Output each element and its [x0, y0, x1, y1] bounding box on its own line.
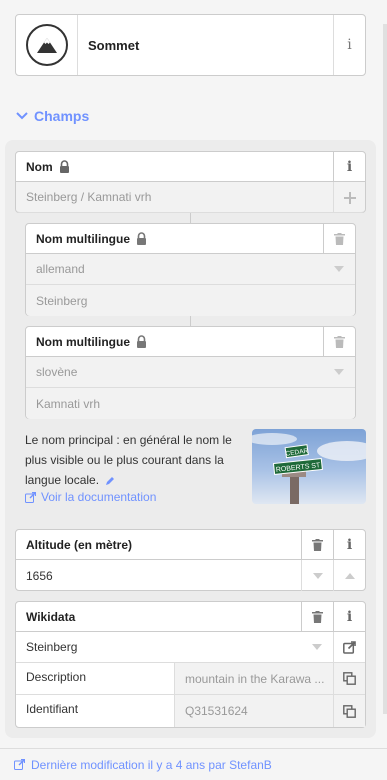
caret-down-icon[interactable]: [323, 254, 355, 284]
multilingual-value-input[interactable]: Steinberg: [26, 285, 355, 316]
external-link-icon: [14, 759, 25, 770]
help-image-street-signs: CEDAR ROBERTS ST: [252, 429, 366, 504]
multilingual-name-field: Nom multilingue allemand Steinberg: [25, 223, 356, 316]
language-value: slovène: [36, 365, 78, 379]
description-key: Description: [16, 663, 175, 694]
wikidata-combo[interactable]: Steinberg: [16, 632, 365, 663]
last-edit-text: Dernière modification il y a 4 ans par S…: [31, 757, 272, 772]
lock-icon: [137, 232, 146, 245]
trash-icon[interactable]: [301, 530, 333, 559]
wikidata-identifier-row: Identifiant Q31531624: [16, 695, 365, 727]
name-input[interactable]: Steinberg / Kamnati vrh: [16, 182, 365, 213]
field-help: Le nom principal : en général le nom le …: [25, 430, 240, 490]
language-select[interactable]: slovène: [26, 357, 355, 388]
documentation-link[interactable]: Voir la documentation: [25, 490, 156, 504]
trash-icon[interactable]: [323, 327, 355, 356]
mountain-peak-icon: [25, 24, 68, 66]
altitude-value: 1656: [26, 568, 53, 583]
multilingual-label-text: Nom multilingue: [36, 231, 130, 246]
language-select[interactable]: allemand: [26, 254, 355, 285]
name-field: Nom i Steinberg / Kamnati vrh: [15, 151, 366, 213]
wikidata-info-button[interactable]: i: [333, 602, 365, 631]
wikidata-label-text: Wikidata: [26, 609, 76, 624]
doc-link-text: Voir la documentation: [41, 490, 157, 504]
altitude-field-label: Altitude (en mètre) i: [16, 530, 365, 560]
multilingual-label: Nom multilingue: [26, 327, 355, 357]
caret-down-icon[interactable]: [301, 632, 333, 662]
name-field-label: Nom i: [16, 152, 365, 182]
identifier-key: Identifiant: [16, 695, 175, 727]
altitude-label-text: Altitude (en mètre): [26, 537, 133, 552]
preset-info-button[interactable]: i: [333, 15, 365, 75]
wikidata-field-label: Wikidata i: [16, 602, 365, 632]
preset-icon-container: [16, 15, 78, 75]
help-text: Le nom principal : en général le nom le …: [25, 433, 232, 487]
altitude-field: Altitude (en mètre) i 1656: [15, 529, 366, 591]
preset-header[interactable]: Sommet i: [15, 14, 366, 76]
wikidata-description-row: Description mountain in the Karawa ...: [16, 663, 365, 695]
preset-name: Sommet: [88, 37, 140, 53]
trash-icon[interactable]: [323, 224, 355, 253]
multilingual-value-input[interactable]: Kamnati vrh: [26, 388, 355, 419]
scrollbar[interactable]: [383, 24, 387, 714]
chevron-down-icon: [16, 112, 28, 120]
wikidata-value: Steinberg: [26, 640, 78, 654]
altitude-info-button[interactable]: i: [333, 530, 365, 559]
copy-icon[interactable]: [333, 695, 365, 727]
add-icon[interactable]: [333, 182, 365, 213]
multilingual-name-field: Nom multilingue slovène Kamnati vrh: [25, 326, 356, 419]
name-label-text: Nom: [26, 159, 53, 174]
altitude-input[interactable]: 1656: [16, 560, 365, 591]
trash-icon[interactable]: [301, 602, 333, 631]
open-external-icon[interactable]: [333, 632, 365, 662]
decrement-icon[interactable]: [301, 560, 333, 591]
external-link-icon: [25, 491, 36, 503]
lock-icon: [137, 335, 146, 348]
wikidata-field: Wikidata i Steinberg Description mountai…: [15, 601, 366, 728]
section-toggle-fields[interactable]: Champs: [16, 108, 89, 124]
section-label: Champs: [34, 108, 90, 124]
last-edit-link[interactable]: Dernière modification il y a 4 ans par S…: [0, 748, 387, 780]
copy-icon[interactable]: [333, 663, 365, 694]
language-value: allemand: [36, 262, 85, 276]
multilingual-label-text: Nom multilingue: [36, 334, 130, 349]
increment-icon[interactable]: [333, 560, 365, 591]
lock-icon: [59, 160, 69, 173]
multilingual-label: Nom multilingue: [26, 224, 355, 254]
caret-down-icon[interactable]: [323, 357, 355, 387]
pencil-icon[interactable]: [105, 476, 115, 486]
name-info-button[interactable]: i: [333, 152, 365, 181]
